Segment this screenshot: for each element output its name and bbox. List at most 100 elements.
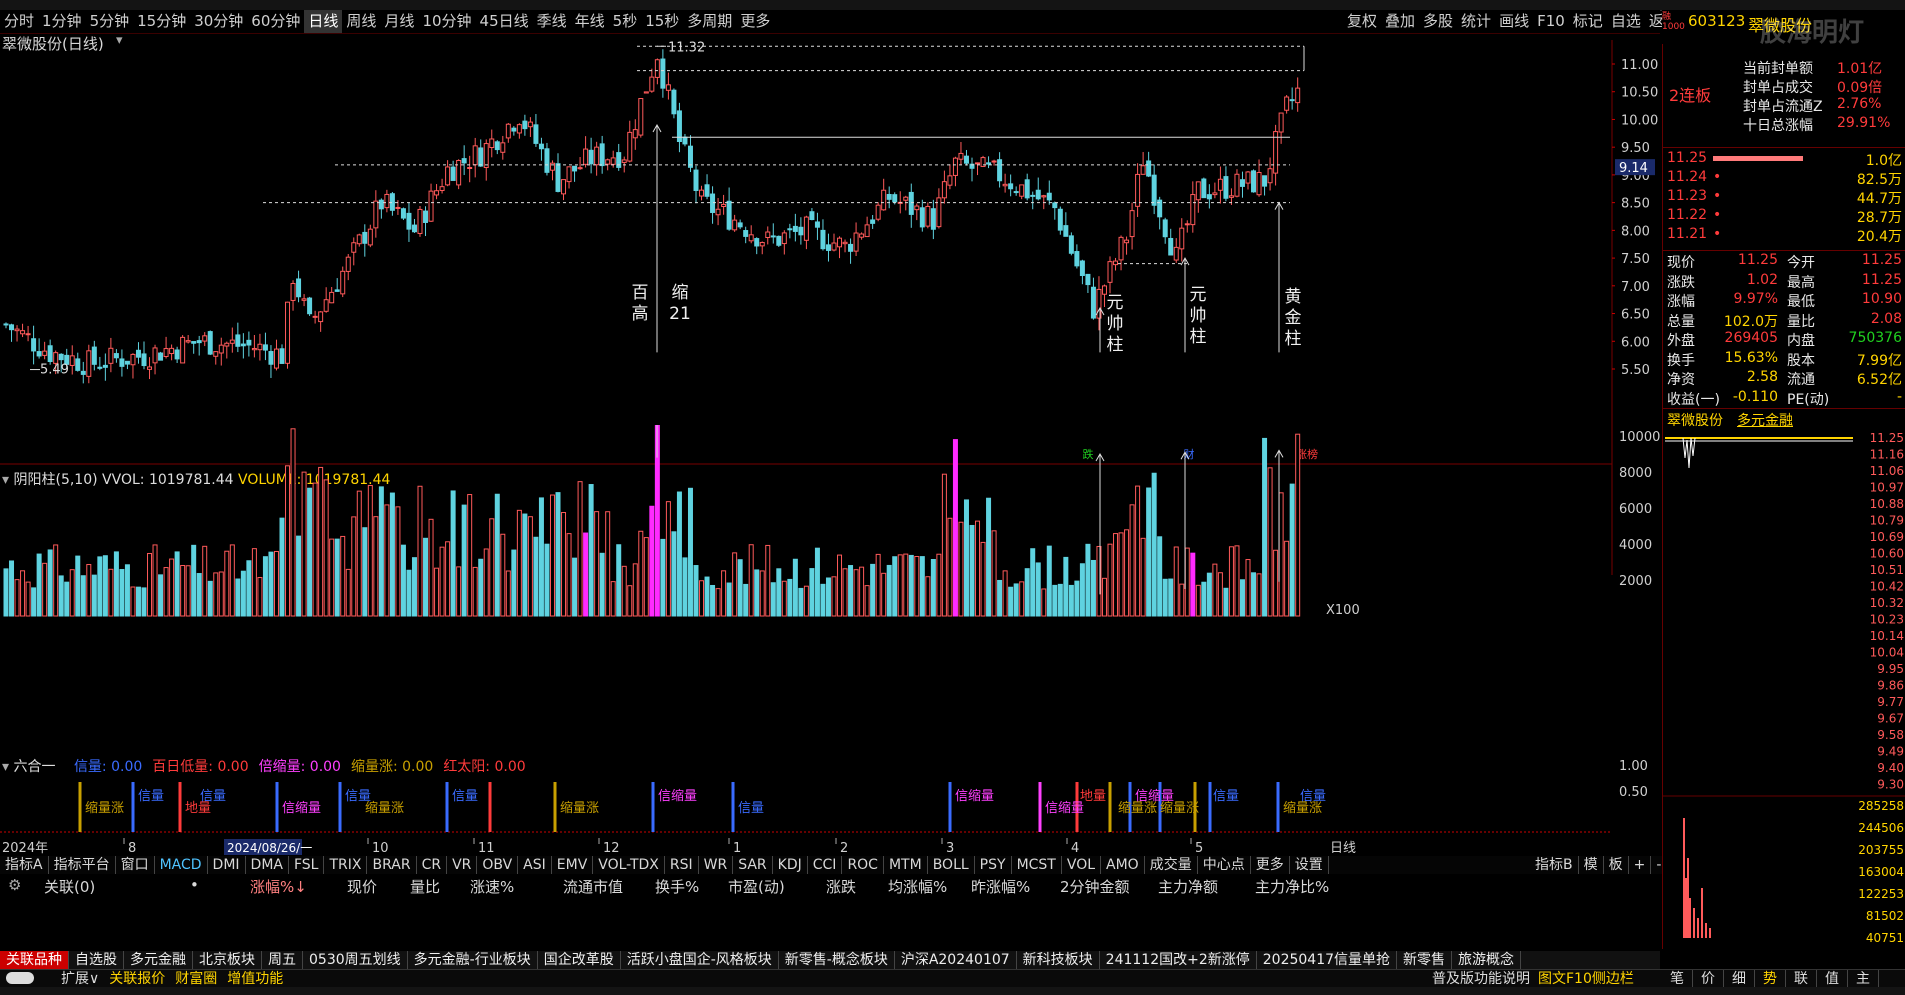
- list-column-12[interactable]: 2分钟金额: [1060, 876, 1130, 897]
- indicator-tab-14[interactable]: VOL-TDX: [593, 856, 665, 874]
- indicator-tab-21[interactable]: MTM: [884, 856, 928, 874]
- list-column-2[interactable]: 涨幅%↓: [250, 876, 307, 897]
- liuheyi-chart[interactable]: 缩量涨信量地量信量信缩量信量缩量涨信量缩量涨信缩量信量信缩量信缩量地量缩量涨信缩…: [0, 772, 1615, 838]
- list-column-3[interactable]: 现价: [347, 876, 377, 897]
- list-column-13[interactable]: 主力净额: [1158, 876, 1218, 897]
- indicator-tab-13[interactable]: EMV: [552, 856, 594, 874]
- bottom-tab-4[interactable]: 周五: [262, 951, 303, 969]
- toolbar-button-5[interactable]: F10: [1533, 10, 1569, 33]
- toolbar-button-1[interactable]: 叠加: [1381, 10, 1419, 33]
- bottom-tab-6[interactable]: 多元金融-行业板块: [407, 951, 538, 969]
- list-column-4[interactable]: 量比: [410, 876, 440, 897]
- indicator-tab-15[interactable]: RSI: [665, 856, 699, 874]
- bottom-tab-11[interactable]: 新科技板块: [1016, 951, 1100, 969]
- footer-left-3[interactable]: 增值功能: [222, 970, 288, 988]
- indicator-tab-29[interactable]: 更多: [1251, 856, 1290, 874]
- footer-icon-6[interactable]: 主: [1848, 970, 1879, 988]
- indicator-tab-12[interactable]: ASI: [518, 856, 552, 874]
- list-column-0[interactable]: 关联(0): [44, 876, 95, 897]
- period-8[interactable]: 月线: [380, 10, 418, 33]
- bottom-tab-3[interactable]: 北京板块: [193, 951, 262, 969]
- indicator-tab-18[interactable]: KDJ: [773, 856, 808, 874]
- indicator-tab-23[interactable]: PSY: [975, 856, 1012, 874]
- bottom-tab-1[interactable]: 自选股: [69, 951, 124, 969]
- footer-icon-2[interactable]: 细: [1724, 970, 1755, 988]
- period-13[interactable]: 5秒: [609, 10, 642, 33]
- list-column-9[interactable]: 涨跌: [826, 876, 856, 897]
- toolbar-button-2[interactable]: 多股: [1419, 10, 1457, 33]
- period-2[interactable]: 5分钟: [86, 10, 134, 33]
- list-column-14[interactable]: 主力净比%: [1255, 876, 1329, 897]
- indicator-tab-6[interactable]: FSL: [289, 856, 325, 874]
- period-12[interactable]: 年线: [571, 10, 609, 33]
- list-column-7[interactable]: 换手%: [655, 876, 699, 897]
- indicator-tab-26[interactable]: AMO: [1101, 856, 1145, 874]
- toolbar-button-7[interactable]: 自选: [1607, 10, 1645, 33]
- indicator-tab-right-3[interactable]: +: [1629, 856, 1652, 874]
- period-10[interactable]: 45日线: [476, 10, 533, 33]
- indicator-tab-11[interactable]: OBV: [477, 856, 519, 874]
- footer-icon-0[interactable]: 笔: [1662, 970, 1693, 988]
- toolbar-button-4[interactable]: 画线: [1495, 10, 1533, 33]
- period-11[interactable]: 季线: [533, 10, 571, 33]
- period-5[interactable]: 60分钟: [247, 10, 304, 33]
- bottom-tab-10[interactable]: 沪深A20240107: [894, 951, 1017, 969]
- candlestick-chart[interactable]: 11.325.49百高缩21元帅柱元帅柱黄金柱跌财涨榜: [0, 40, 1615, 465]
- volume-chart[interactable]: [0, 425, 1615, 620]
- mini-intraday-chart[interactable]: 11.25 11.16 11.06 10.97 10.88 10.79 10.69 10.60…: [1663, 428, 1905, 948]
- bottom-tab-12[interactable]: 241112国改+2新涨停: [1099, 951, 1257, 969]
- bottom-tab-5[interactable]: 0530周五划线: [303, 951, 408, 969]
- period-7[interactable]: 周线: [342, 10, 380, 33]
- toolbar-button-3[interactable]: 统计: [1457, 10, 1495, 33]
- bottom-tab-0[interactable]: 关联品种: [0, 951, 69, 969]
- footer-toggle-icon[interactable]: [6, 972, 34, 984]
- footer-right-1[interactable]: 图文F10侧边栏: [1534, 970, 1638, 988]
- period-4[interactable]: 30分钟: [190, 10, 247, 33]
- indicator-tab-2[interactable]: 窗口: [116, 856, 155, 874]
- indicator-tab-22[interactable]: BOLL: [928, 856, 975, 874]
- list-column-8[interactable]: 市盈(动): [728, 876, 785, 897]
- indicator-tab-1[interactable]: 指标平台: [49, 856, 116, 874]
- indicator-tab-16[interactable]: WR: [699, 856, 734, 874]
- list-column-11[interactable]: 昨涨幅%: [971, 876, 1030, 897]
- indicator-tab-right-0[interactable]: 指标B: [1530, 856, 1579, 874]
- indicator-tab-4[interactable]: DMI: [208, 856, 246, 874]
- bottom-tab-8[interactable]: 活跃小盘国企-风格板块: [620, 951, 779, 969]
- order-row[interactable]: 11.21 • 20.4万: [1663, 226, 1905, 245]
- period-3[interactable]: 15分钟: [133, 10, 190, 33]
- order-row[interactable]: 11.23 • 44.7万: [1663, 188, 1905, 207]
- indicator-tab-19[interactable]: CCI: [808, 856, 843, 874]
- indicator-tab-24[interactable]: MCST: [1012, 856, 1062, 874]
- order-row[interactable]: 11.24 • 82.5万: [1663, 169, 1905, 188]
- order-row[interactable]: 11.25 1.0亿: [1663, 150, 1905, 169]
- indicator-tab-10[interactable]: VR: [447, 856, 478, 874]
- bottom-tab-7[interactable]: 国企改革股: [537, 951, 621, 969]
- bottom-tab-15[interactable]: 旅游概念: [1452, 951, 1522, 969]
- toolbar-button-6[interactable]: 标记: [1569, 10, 1607, 33]
- indicator-tab-9[interactable]: CR: [417, 856, 448, 874]
- toolbar-button-0[interactable]: 复权: [1343, 10, 1381, 33]
- footer-left-0[interactable]: 扩展∨: [56, 970, 104, 988]
- period-0[interactable]: 分时: [0, 10, 38, 33]
- footer-icon-5[interactable]: 值: [1817, 970, 1848, 988]
- indicator-tab-0[interactable]: 指标A: [0, 856, 49, 874]
- period-15[interactable]: 多周期: [683, 10, 736, 33]
- indicator-tab-28[interactable]: 中心点: [1198, 856, 1251, 874]
- bottom-tab-2[interactable]: 多元金融: [124, 951, 193, 969]
- footer-icon-4[interactable]: 联: [1786, 970, 1817, 988]
- footer-icon-3[interactable]: 势: [1755, 970, 1786, 988]
- footer-left-1[interactable]: 关联报价: [104, 970, 170, 988]
- mini-concept[interactable]: 多元金融: [1737, 410, 1793, 430]
- indicator-tab-20[interactable]: ROC: [842, 856, 884, 874]
- indicator-tab-17[interactable]: SAR: [733, 856, 773, 874]
- period-1[interactable]: 1分钟: [38, 10, 86, 33]
- indicator-tab-27[interactable]: 成交量: [1145, 856, 1198, 874]
- indicator-tab-30[interactable]: 设置: [1290, 856, 1329, 874]
- period-14[interactable]: 15秒: [641, 10, 683, 33]
- footer-left-2[interactable]: 财富圈: [170, 970, 222, 988]
- bottom-tab-14[interactable]: 新零售: [1397, 951, 1453, 969]
- indicator-tab-8[interactable]: BRAR: [367, 856, 417, 874]
- indicator-tab-7[interactable]: TRIX: [324, 856, 368, 874]
- list-settings-icon[interactable]: ⚙: [8, 876, 21, 894]
- bottom-tab-9[interactable]: 新零售-概念板块: [778, 951, 895, 969]
